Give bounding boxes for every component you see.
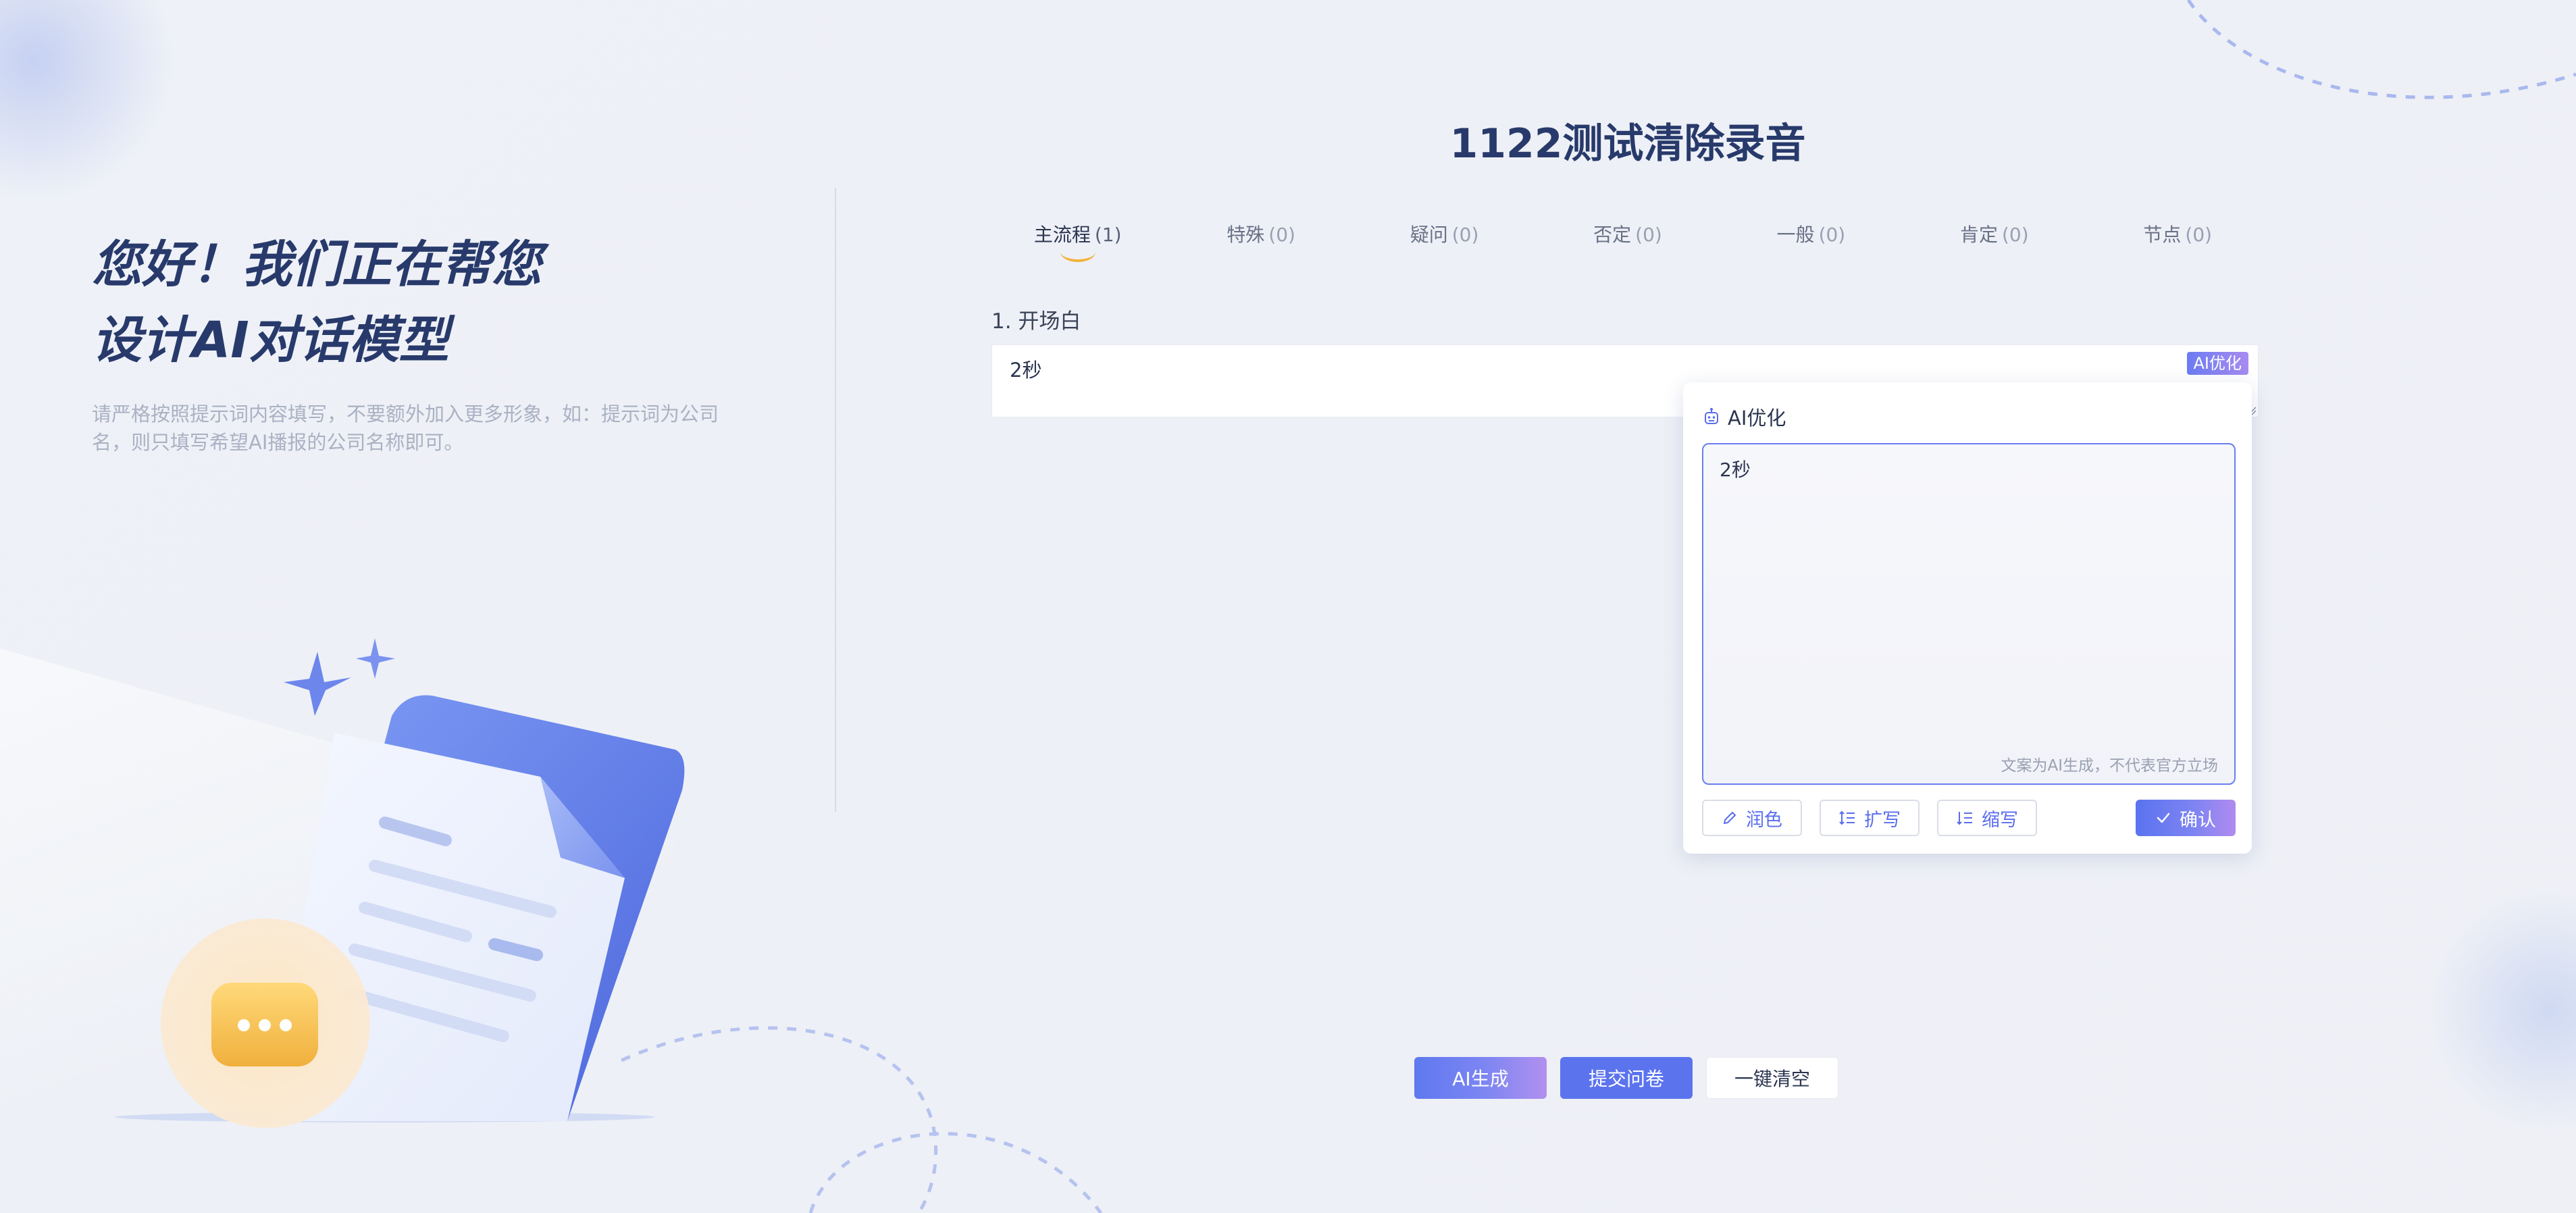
clear-all-button[interactable]: 一键清空 [1706,1057,1838,1099]
check-icon [2157,812,2170,823]
ai-optimize-textarea[interactable]: 2秒 文案为AI生成，不代表官方立场 [1702,443,2236,785]
submit-questionnaire-button[interactable]: 提交问卷 [1560,1057,1693,1099]
answer-text: 2秒 [1010,359,1042,382]
tab-count: (0) [2185,224,2213,246]
active-tab-indicator [1060,242,1096,262]
tab-label: 疑问 [1410,224,1448,246]
tab-question[interactable]: 疑问 (0) [1353,215,1536,269]
popover-actions: 润色 扩写 缩写 确认 [1702,800,2236,836]
expand-list-icon [1839,810,1855,825]
tab-main-flow[interactable]: 主流程 (1) [986,215,1169,269]
hero-title: 您好！我们正在帮您 设计AI对话模型 [92,227,542,378]
tab-count: (0) [1451,224,1479,246]
popover-header: AI优化 [1702,403,1786,431]
sparkle-icon [284,652,351,716]
hero-title-line-1: 您好！我们正在帮您 [92,236,542,294]
tab-count: (0) [1268,224,1295,246]
shrink-list-icon [1957,812,1972,825]
background-glow [2427,889,2576,1132]
confirm-label: 确认 [2180,809,2216,831]
expand-label: 扩写 [1864,809,1901,831]
ai-optimize-button[interactable]: AI优化 [2186,352,2248,375]
tab-count: (0) [1818,224,1846,246]
popover-title: AI优化 [1728,407,1786,430]
tab-label: 肯定 [1959,224,1998,246]
background-glow [0,0,176,203]
confirm-button[interactable]: 确认 [2136,800,2236,836]
polish-button[interactable]: 润色 [1702,800,1802,836]
background-wedge [0,648,675,1213]
ai-disclaimer: 文案为AI生成，不代表官方立场 [2001,757,2218,775]
tab-node[interactable]: 节点 (0) [2086,215,2269,269]
tab-general[interactable]: 一般 (0) [1720,215,1903,269]
expand-button[interactable]: 扩写 [1820,800,1920,836]
page-title: 1122测试清除录音 [1449,120,1806,167]
shrink-button[interactable]: 缩写 [1937,800,2037,836]
hero-description: 请严格按照提示词内容填写，不要额外加入更多形象，如：提示词为公司名，则只填写希望… [92,403,719,454]
pencil-icon [1724,812,1736,824]
tab-label: 一般 [1776,224,1815,246]
panel-divider [835,188,836,812]
tab-label: 否定 [1593,224,1632,246]
tab-negative[interactable]: 否定 (0) [1536,215,1719,269]
hero-title-line-2: 设计AI对话模型 [92,311,449,369]
category-tabs: 主流程 (1) 特殊 (0) 疑问 (0) 否定 (0) 一般 (0) 肯定 (0) 节点(… [986,215,2269,269]
polish-label: 润色 [1746,809,1782,831]
tab-count: (0) [1635,224,1662,246]
tab-count: (1) [1094,224,1122,246]
tab-count: (0) [2001,224,2029,246]
shrink-label: 缩写 [1982,809,2018,831]
ai-generate-button[interactable]: AI生成 [1414,1057,1547,1099]
ai-optimize-text: 2秒 [1720,459,1751,481]
question-label: 1. 开场白 [991,309,1081,334]
tab-label: 特殊 [1227,224,1265,246]
sparkle-icon [356,638,395,679]
tab-label: 节点 [2143,224,2182,246]
robot-icon [1705,408,1718,424]
tab-positive[interactable]: 肯定 (0) [1903,215,2086,269]
tab-special[interactable]: 特殊 (0) [1169,215,1352,269]
ai-optimize-popover: AI优化 2秒 文案为AI生成，不代表官方立场 润色 扩写 缩写 确认 [1683,382,2252,854]
